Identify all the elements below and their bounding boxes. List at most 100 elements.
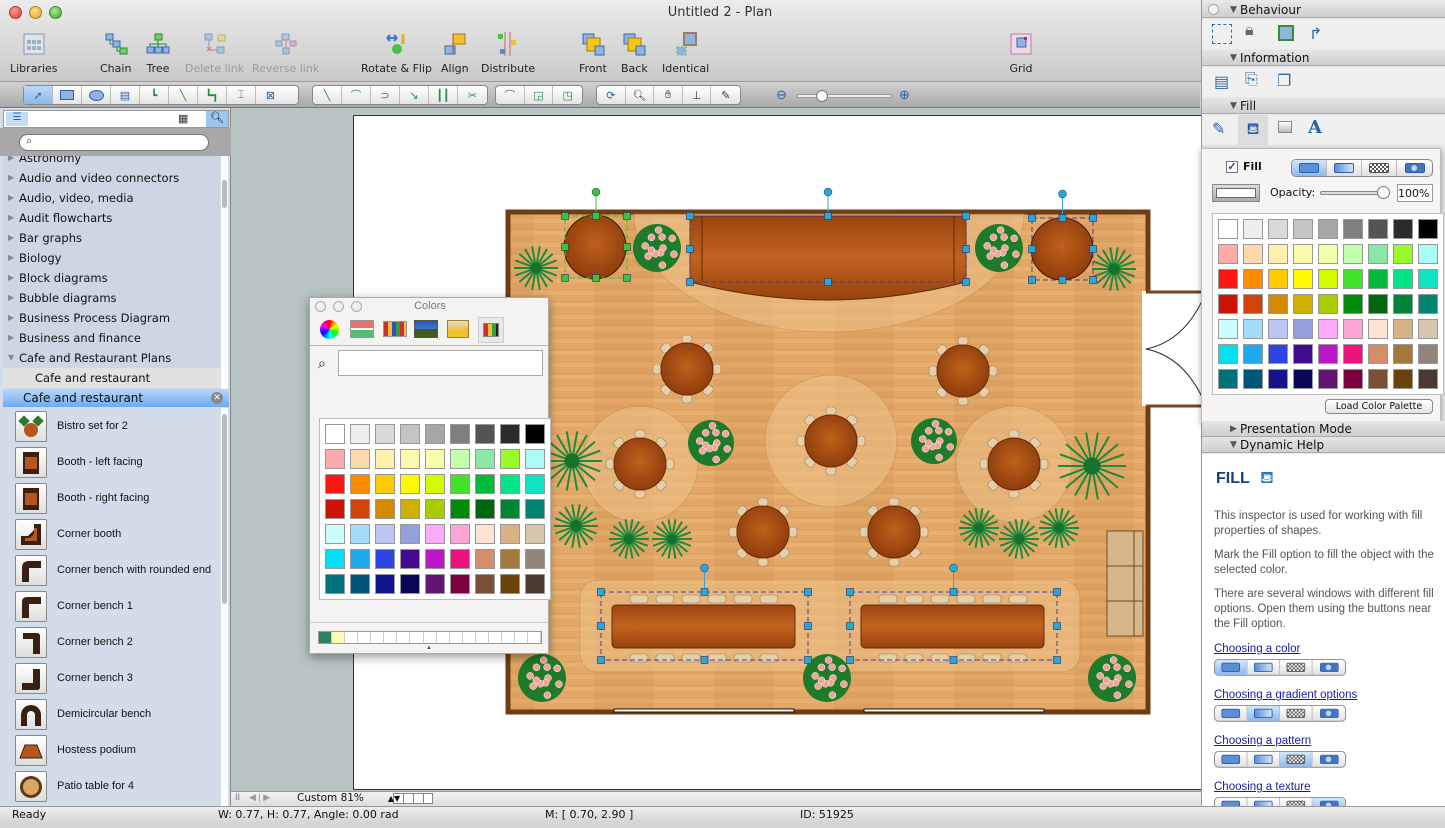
- resize-handle[interactable]: [686, 212, 694, 220]
- color-swatch[interactable]: [500, 549, 520, 569]
- color-swatch[interactable]: [1243, 244, 1263, 264]
- zoom-slider-thumb[interactable]: [816, 90, 828, 102]
- zoom-select[interactable]: Custom 81% ▲▼: [297, 792, 400, 804]
- color-swatch[interactable]: [1243, 369, 1263, 389]
- color-swatch[interactable]: [500, 524, 520, 544]
- color-swatch[interactable]: [1318, 369, 1338, 389]
- color-swatch[interactable]: [325, 549, 345, 569]
- pointer-tool[interactable]: ➚: [24, 86, 53, 104]
- color-wheel-tab[interactable]: [320, 320, 339, 339]
- help-link-color[interactable]: Choosing a color: [1214, 643, 1300, 655]
- color-swatch[interactable]: [350, 424, 370, 444]
- recent-color-slot[interactable]: [397, 632, 411, 643]
- flower-bush[interactable]: [518, 654, 566, 702]
- color-swatch[interactable]: [1318, 294, 1338, 314]
- color-swatch[interactable]: [1268, 269, 1288, 289]
- color-swatch[interactable]: [1318, 344, 1338, 364]
- resize-handle[interactable]: [700, 656, 709, 664]
- color-swatch[interactable]: [1418, 344, 1438, 364]
- zoom-tool[interactable]: 🔍︎: [626, 86, 655, 104]
- color-swatch[interactable]: [525, 549, 545, 569]
- color-swatch[interactable]: [1393, 344, 1413, 364]
- round-table-for-6[interactable]: [859, 497, 929, 567]
- color-swatch[interactable]: [425, 574, 445, 594]
- color-swatch[interactable]: [450, 524, 470, 544]
- libraries-button[interactable]: Libraries: [10, 32, 58, 75]
- color-swatch[interactable]: [425, 424, 445, 444]
- text-style-tab-icon[interactable]: A: [1308, 117, 1328, 138]
- color-swatch[interactable]: [1368, 369, 1388, 389]
- round-table-for-6[interactable]: [728, 497, 798, 567]
- round-table-top-left[interactable]: [563, 214, 627, 280]
- shape-item[interactable]: Demicircular bench: [3, 696, 220, 732]
- color-swatch[interactable]: [1293, 269, 1313, 289]
- solid-fill-button[interactable]: [1214, 659, 1248, 675]
- recent-color-slot[interactable]: [358, 632, 372, 643]
- shape-item[interactable]: Corner booth: [3, 516, 220, 552]
- recent-colors-well[interactable]: [318, 631, 542, 644]
- color-swatch[interactable]: [525, 574, 545, 594]
- color-swatch[interactable]: [1343, 319, 1363, 339]
- color-swatch[interactable]: [1393, 244, 1413, 264]
- flower-bush[interactable]: [975, 224, 1023, 272]
- color-swatch[interactable]: [350, 499, 370, 519]
- color-swatch[interactable]: [525, 449, 545, 469]
- color-swatch[interactable]: [1293, 294, 1313, 314]
- color-swatch[interactable]: [1218, 219, 1238, 239]
- tree-item[interactable]: ▶ Business and finance: [3, 328, 220, 348]
- color-swatch[interactable]: [425, 549, 445, 569]
- resize-handle[interactable]: [804, 588, 812, 596]
- color-swatch[interactable]: [1243, 294, 1263, 314]
- color-swatch[interactable]: [1343, 344, 1363, 364]
- color-swatch[interactable]: [1418, 219, 1438, 239]
- color-swatch[interactable]: [1343, 294, 1363, 314]
- color-swatch[interactable]: [475, 499, 495, 519]
- rotate-handle[interactable]: [949, 563, 958, 573]
- close-library-icon[interactable]: ✕: [211, 392, 223, 404]
- color-swatch[interactable]: [1418, 319, 1438, 339]
- rotate-handle[interactable]: [591, 187, 601, 197]
- grid-button[interactable]: Grid: [1009, 32, 1033, 75]
- information-section-header[interactable]: ▼ Information: [1202, 50, 1445, 66]
- resize-handle[interactable]: [686, 278, 694, 286]
- round-table-for-6[interactable]: [979, 429, 1049, 499]
- shape-item[interactable]: Corner bench 2: [3, 624, 220, 660]
- resize-handle[interactable]: [846, 656, 854, 664]
- back-button[interactable]: Back: [621, 32, 648, 75]
- chain-button[interactable]: Chain: [100, 32, 131, 75]
- color-swatch[interactable]: [425, 449, 445, 469]
- pause-icon[interactable]: II: [235, 792, 240, 802]
- color-swatch[interactable]: [1293, 219, 1313, 239]
- color-swatch[interactable]: [500, 474, 520, 494]
- flower-bush[interactable]: [1088, 654, 1136, 702]
- color-swatch[interactable]: [500, 424, 520, 444]
- resize-handle[interactable]: [1028, 245, 1036, 253]
- colors-search-input[interactable]: [338, 350, 543, 376]
- gradient-fill-button[interactable]: [1247, 705, 1281, 721]
- delete-link-button[interactable]: Delete link: [185, 32, 244, 75]
- entrance-door[interactable]: [1145, 290, 1204, 408]
- rotate-handle[interactable]: [1058, 189, 1067, 199]
- color-swatch[interactable]: [1418, 244, 1438, 264]
- opacity-slider[interactable]: [1320, 186, 1390, 199]
- texture-fill-button[interactable]: [1397, 160, 1432, 176]
- resize-handle[interactable]: [1089, 245, 1097, 253]
- pattern-fill-button[interactable]: [1280, 659, 1313, 675]
- color-swatch[interactable]: [1418, 369, 1438, 389]
- pattern-fill-button[interactable]: [1362, 160, 1397, 176]
- resize-handle[interactable]: [561, 212, 569, 220]
- gradient-fill-button[interactable]: [1247, 659, 1281, 675]
- color-swatch[interactable]: [1368, 344, 1388, 364]
- tree-item[interactable]: ▶ Astronomy: [3, 156, 220, 168]
- color-swatch[interactable]: [450, 424, 470, 444]
- color-swatch[interactable]: [1368, 294, 1388, 314]
- zoom-in-icon[interactable]: ⊕: [899, 87, 910, 103]
- resize-handle[interactable]: [949, 588, 958, 596]
- tree-item[interactable]: ▶ Block diagrams: [3, 268, 220, 288]
- rect-bound-tool[interactable]: ◲: [525, 86, 554, 104]
- shape-item[interactable]: Hostess podium: [3, 732, 220, 768]
- tree-connector-tool[interactable]: ⌶: [227, 86, 256, 104]
- texture-fill-button[interactable]: [1313, 660, 1346, 675]
- load-color-palette-button[interactable]: Load Color Palette: [1325, 399, 1433, 414]
- resize-handle[interactable]: [962, 212, 970, 220]
